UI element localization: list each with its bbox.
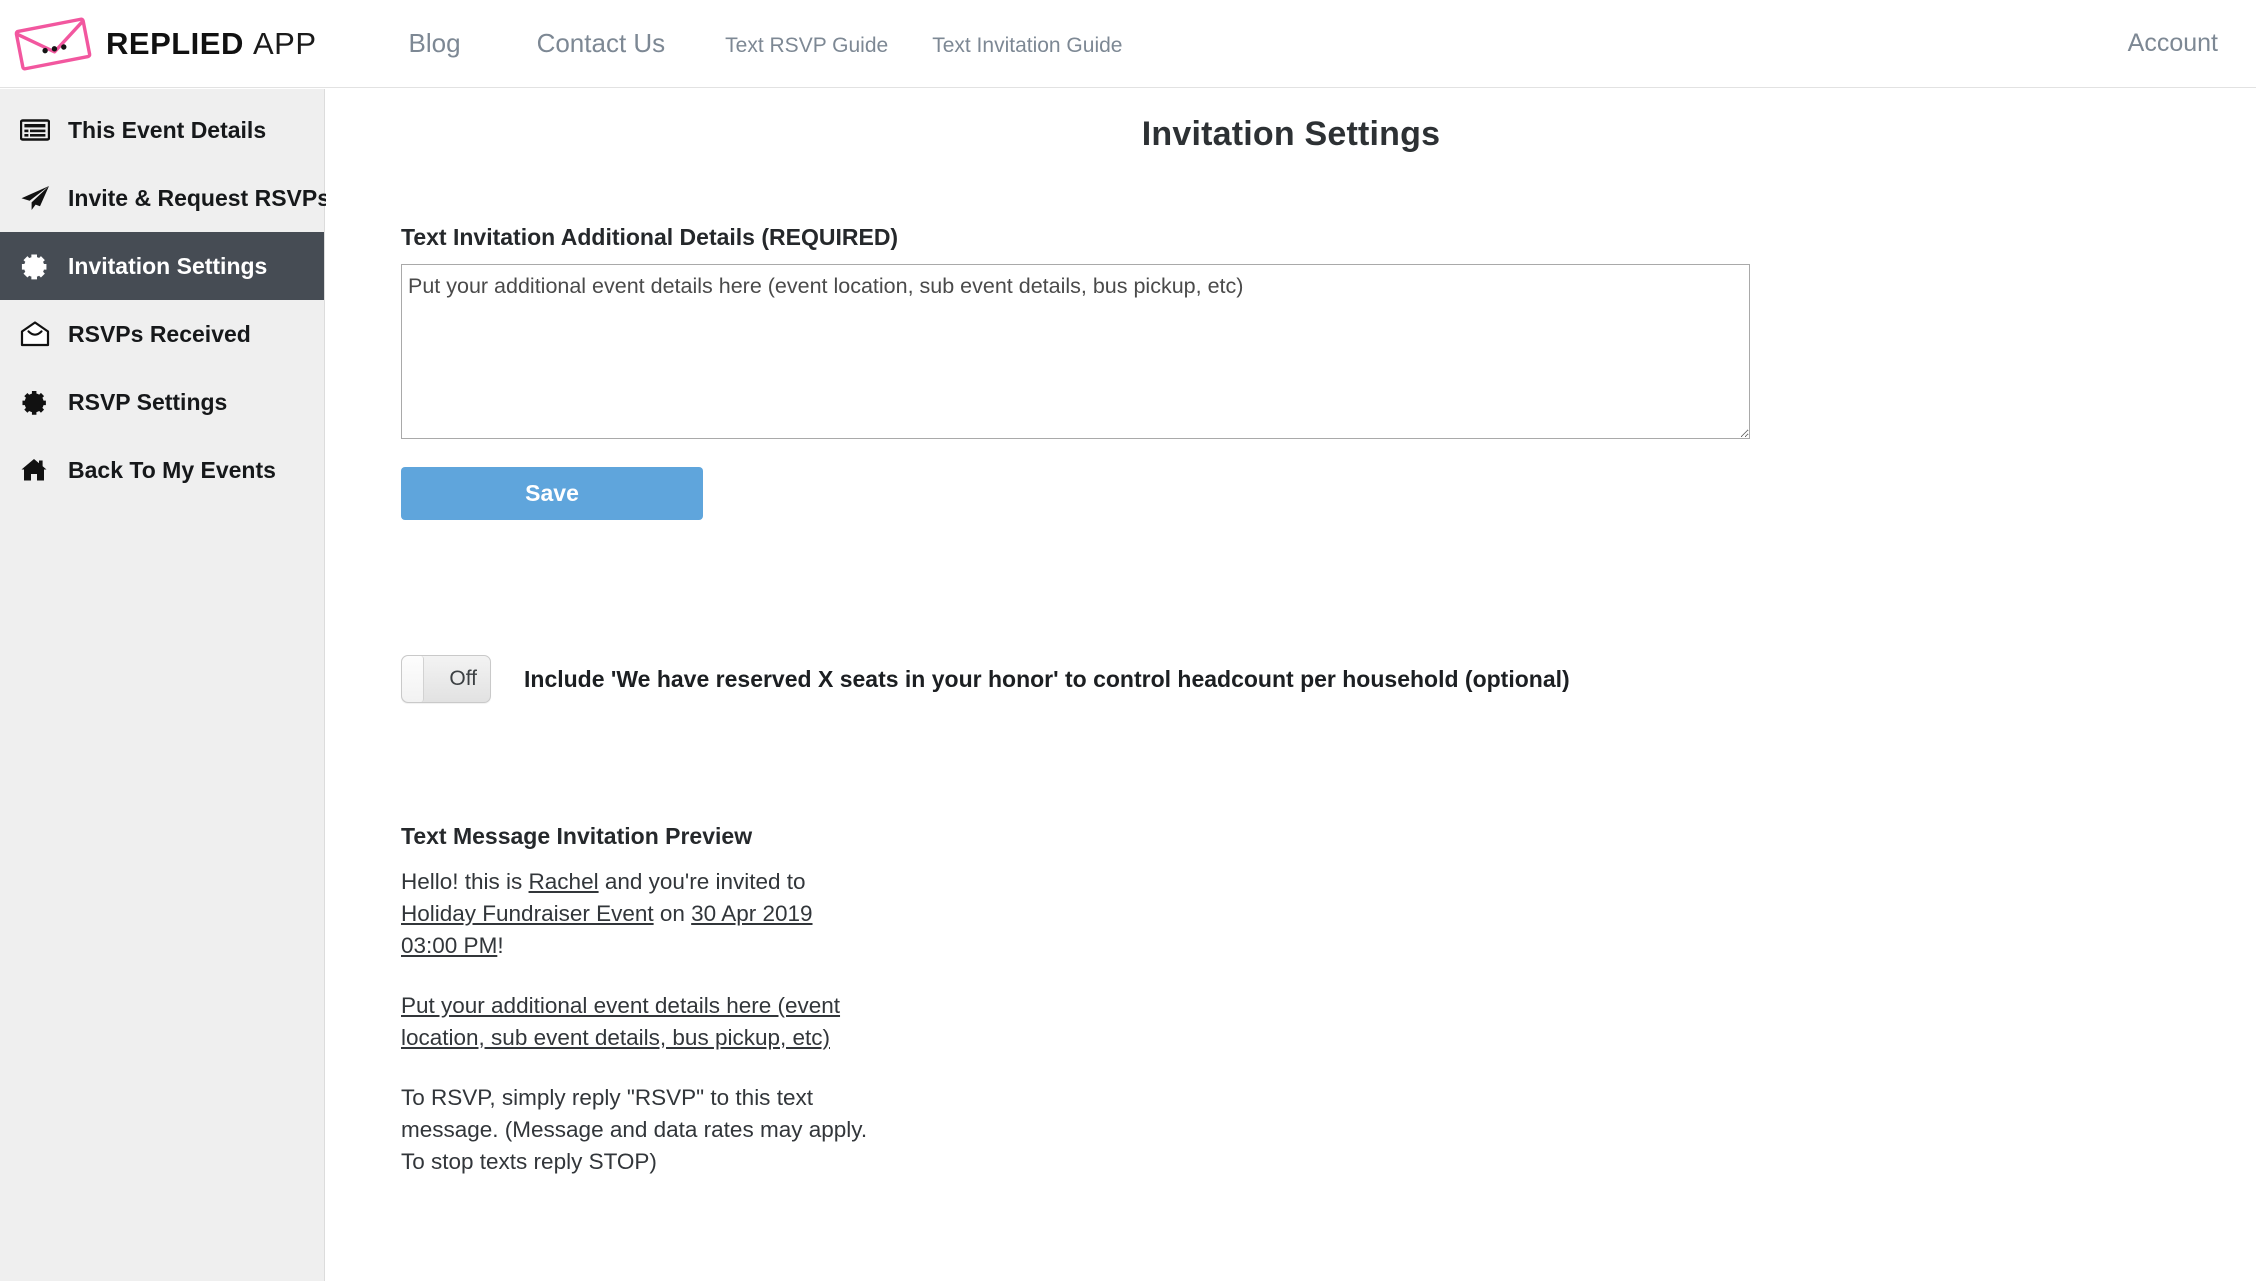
page-title: Invitation Settings — [326, 89, 2256, 154]
nav-link-blog[interactable]: Blog — [409, 28, 461, 59]
main-content-area: Invitation Settings Text Invitation Addi… — [326, 89, 2256, 1281]
sidebar-item-back-to-my-events[interactable]: Back To My Events — [0, 436, 324, 504]
sidebar-item-rsvp-settings[interactable]: RSVP Settings — [0, 368, 324, 436]
sidebar-item-label: Invitation Settings — [68, 253, 267, 280]
additional-details-textarea[interactable] — [401, 264, 1750, 439]
sidebar-item-this-event-details[interactable]: This Event Details — [0, 96, 324, 164]
gear-icon — [20, 251, 54, 281]
preview-text-mid: and you're invited to — [599, 869, 806, 894]
gear-icon — [20, 387, 54, 417]
paper-plane-icon — [20, 183, 54, 213]
nav-link-contact-us[interactable]: Contact Us — [537, 28, 666, 59]
sidebar-item-label: RSVPs Received — [68, 321, 251, 348]
preview-host-name: Rachel — [529, 869, 599, 894]
brand-word-primary: REPLIED — [106, 26, 244, 61]
preview-footer-text: To RSVP, simply reply "RSVP" to this tex… — [401, 1082, 871, 1178]
sidebar-item-invitation-settings[interactable]: Invitation Settings — [0, 232, 324, 300]
account-link[interactable]: Account — [2128, 29, 2218, 58]
sidebar-navigation: This Event Details Invite & Request RSVP… — [0, 89, 325, 1281]
preview-text-on: on — [654, 901, 692, 926]
seat-reservation-toggle[interactable]: Off — [401, 655, 491, 703]
seat-reservation-toggle-row: Off Include 'We have reserved X seats in… — [401, 655, 2256, 703]
details-field-label: Text Invitation Additional Details (REQU… — [401, 224, 2256, 251]
preview-title: Text Message Invitation Preview — [401, 823, 2256, 850]
main-navigation: Blog Contact Us Text RSVP Guide Text Inv… — [409, 28, 1123, 59]
nav-link-text-invitation-guide[interactable]: Text Invitation Guide — [932, 34, 1122, 58]
sidebar-item-label: This Event Details — [68, 117, 266, 144]
nav-link-text-rsvp-guide[interactable]: Text RSVP Guide — [725, 34, 888, 58]
sidebar-item-label: Back To My Events — [68, 457, 276, 484]
preview-additional-details-text: Put your additional event details here (… — [401, 993, 840, 1050]
preview-additional-details: Put your additional event details here (… — [401, 990, 871, 1054]
preview-greeting-line: Hello! this is Rachel and you're invited… — [401, 866, 871, 962]
preview-event-name: Holiday Fundraiser Event — [401, 901, 654, 926]
sidebar-item-label: Invite & Request RSVPs — [68, 185, 330, 212]
table-list-icon — [20, 115, 54, 145]
sidebar-item-label: RSVP Settings — [68, 389, 227, 416]
home-icon — [20, 455, 54, 485]
top-header-bar: REPLIED APP Blog Contact Us Text RSVP Gu… — [0, 0, 2256, 88]
pink-envelope-logo-icon — [14, 16, 92, 72]
invitation-settings-form: Text Invitation Additional Details (REQU… — [326, 154, 2256, 1178]
brand-logo[interactable]: REPLIED APP — [14, 16, 317, 72]
open-envelope-icon — [20, 319, 54, 349]
seat-reservation-toggle-label: Include 'We have reserved X seats in you… — [524, 666, 1570, 693]
invitation-preview-section: Text Message Invitation Preview Hello! t… — [401, 823, 2256, 1178]
brand-word-secondary: APP — [253, 26, 317, 61]
brand-wordmark: REPLIED APP — [106, 26, 317, 62]
toggle-knob[interactable] — [402, 656, 424, 702]
sidebar-item-invite-request-rsvps[interactable]: Invite & Request RSVPs — [0, 164, 324, 232]
preview-text-pre: Hello! this is — [401, 869, 529, 894]
save-button[interactable]: Save — [401, 467, 703, 520]
sidebar-item-rsvps-received[interactable]: RSVPs Received — [0, 300, 324, 368]
toggle-state-label: Off — [449, 656, 477, 702]
preview-text-post: ! — [497, 933, 503, 958]
